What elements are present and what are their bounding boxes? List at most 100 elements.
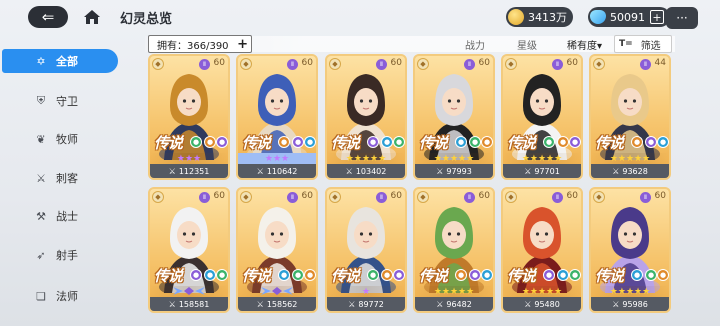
element-icon: ● xyxy=(304,136,316,148)
power-icon: ⚔ xyxy=(168,299,176,309)
power-bar: ⚔ 112351 xyxy=(150,164,228,178)
sidebar-item-warrior[interactable]: ⚒ 战士 xyxy=(32,204,118,228)
spirit-card[interactable]: ◆ Ⅱ 44 传说 ● ● ● ★★★★★ ⚔ 93628 xyxy=(589,54,671,180)
sidebar-item-guardian[interactable]: ⛨ 守卫 xyxy=(32,89,118,113)
spirit-card[interactable]: ◆ Ⅱ 60 传说 ● ● ● ⚔ 158581 xyxy=(148,187,230,313)
card-level: 60 xyxy=(478,58,490,68)
power-value: 96482 xyxy=(446,299,472,309)
power-icon: ⚔ xyxy=(612,166,620,176)
spirit-card[interactable]: ◆ Ⅱ 60 传说 ● ● ● ★★★★★ ⚔ 97701 xyxy=(501,54,583,180)
power-icon: ⚔ xyxy=(348,299,356,309)
power-bar: ⚔ 158562 xyxy=(238,297,316,311)
add-gems-button[interactable]: + xyxy=(650,10,664,24)
element-icon: ● xyxy=(455,269,467,281)
sidebar-item-label: 守卫 xyxy=(56,95,78,108)
back-button[interactable]: ⇐ xyxy=(28,6,68,28)
power-bar: ⚔ 97701 xyxy=(503,164,581,178)
power-icon: ⚔ xyxy=(524,299,532,309)
wing-badge-icon xyxy=(260,285,294,297)
spirit-card[interactable]: ◆ Ⅱ 60 传说 ● ● ● ★★★ ⚔ 110642 xyxy=(236,54,318,180)
rarity-label: 传说 xyxy=(419,267,448,285)
element-icon: ● xyxy=(469,136,481,148)
spirit-card[interactable]: ◆ Ⅱ 60 传说 ● ● ● ★★★★★ ⚔ 95480 xyxy=(501,187,583,313)
class-badge-icon: ◆ xyxy=(329,191,341,203)
element-icon: ● xyxy=(481,136,493,148)
power-value: 97701 xyxy=(534,166,560,176)
home-button[interactable] xyxy=(78,6,106,28)
book-icon: ❏ xyxy=(36,289,46,303)
sidebar-item-label: 全部 xyxy=(56,55,78,68)
home-icon xyxy=(84,10,100,24)
gold-coin-icon xyxy=(508,9,524,25)
rarity-label: 传说 xyxy=(507,134,536,152)
rarity-label: 传说 xyxy=(507,267,536,285)
class-sidebar: ✡ 全部 ⛨ 守卫 ❦ 牧师 ⚔ 刺客 ⚒ 战士 ➶ 射手 ❏ 法师 xyxy=(0,40,130,326)
card-level: 60 xyxy=(213,191,225,201)
class-badge-icon: ◆ xyxy=(329,58,341,70)
page-title: 幻灵总览 xyxy=(120,12,173,27)
sidebar-item-archer[interactable]: ➶ 射手 xyxy=(32,243,118,267)
sidebar-item-label: 牧师 xyxy=(56,133,78,146)
power-bar: ⚔ 89772 xyxy=(327,297,405,311)
spirit-card[interactable]: ◆ Ⅱ 60 传说 ● ● ● ★★★★★ ⚔ 96482 xyxy=(413,187,495,313)
rarity-label: 传说 xyxy=(331,134,360,152)
card-level: 60 xyxy=(478,191,490,201)
power-bar: ⚔ 93628 xyxy=(591,164,669,178)
class-badge-icon: ◆ xyxy=(240,191,252,203)
element-icon: ● xyxy=(657,136,669,148)
card-level: 60 xyxy=(566,191,578,201)
wing-badge-icon xyxy=(172,285,206,297)
spirit-card[interactable]: ◆ Ⅱ 60 传说 ● ● ● ★★★★★ ⚔ 97993 xyxy=(413,54,495,180)
power-bar: ⚔ 158581 xyxy=(150,297,228,311)
level-icon: Ⅱ xyxy=(199,59,210,70)
sort-by-rarity[interactable]: 稀有度▾ xyxy=(567,37,602,52)
sidebar-item-all[interactable]: ✡ 全部 xyxy=(2,49,118,73)
level-icon: Ⅱ xyxy=(376,59,387,70)
power-value: 110642 xyxy=(266,166,298,176)
element-icon: ● xyxy=(631,269,643,281)
element-icon: ● xyxy=(469,269,481,281)
element-icon: ● xyxy=(393,136,405,148)
gem-counter: 50091 + xyxy=(588,7,670,27)
sidebar-item-label: 刺客 xyxy=(56,172,78,185)
element-icon: ● xyxy=(543,269,555,281)
spirit-card[interactable]: ◆ Ⅱ 60 传说 ● ● ● ★★★★★ ⚔ 95986 xyxy=(589,187,671,313)
owned-count[interactable]: 拥有：366/390 + xyxy=(148,35,252,53)
card-level: 60 xyxy=(566,58,578,68)
element-icon: ● xyxy=(367,269,379,281)
element-icon: ● xyxy=(557,269,569,281)
class-badge-icon: ◆ xyxy=(417,58,429,70)
power-value: 158581 xyxy=(178,299,210,309)
spirit-card[interactable]: ◆ Ⅱ 60 传说 ● ● ● ★ ⚔ 89772 xyxy=(325,187,407,313)
element-icon: ● xyxy=(190,269,202,281)
sidebar-item-priest[interactable]: ❦ 牧师 xyxy=(32,127,118,151)
level-icon: Ⅱ xyxy=(464,192,475,203)
sidebar-item-mage[interactable]: ❏ 法师 xyxy=(32,284,118,308)
chat-icon: ··· xyxy=(676,11,688,25)
chat-button[interactable]: ··· xyxy=(666,7,698,29)
spirit-card[interactable]: ◆ Ⅱ 60 传说 ● ● ● ★★★★★ ⚔ 103402 xyxy=(325,54,407,180)
sort-by-star[interactable]: 星级 xyxy=(517,37,537,52)
class-badge-icon: ◆ xyxy=(593,191,605,203)
sword-icon: ⚒ xyxy=(36,209,46,223)
spirit-card[interactable]: ◆ Ⅱ 60 传说 ● ● ● ⚔ 158562 xyxy=(236,187,318,313)
power-value: 95986 xyxy=(622,299,648,309)
spirit-card[interactable]: ◆ Ⅱ 60 传说 ● ● ● ★★★ ⚔ 112351 xyxy=(148,54,230,180)
level-icon: Ⅱ xyxy=(199,192,210,203)
sidebar-item-assassin[interactable]: ⚔ 刺客 xyxy=(32,166,118,190)
rarity-label: 传说 xyxy=(419,134,448,152)
class-badge-icon: ◆ xyxy=(593,58,605,70)
element-icon: ● xyxy=(204,136,216,148)
filter-icon: T= xyxy=(619,39,633,49)
power-icon: ⚔ xyxy=(168,166,176,176)
sidebar-item-label: 法师 xyxy=(56,290,78,303)
sort-by-power[interactable]: 战力 xyxy=(465,37,485,52)
star-icon: ✡ xyxy=(36,54,46,68)
power-value: 95480 xyxy=(534,299,560,309)
filter-button[interactable]: T= 筛选 xyxy=(614,35,672,53)
power-icon: ⚔ xyxy=(345,166,353,176)
element-icon: ● xyxy=(631,136,643,148)
rarity-label: 传说 xyxy=(242,267,271,285)
card-level: 60 xyxy=(654,191,666,201)
expand-slots-button[interactable]: + xyxy=(237,37,248,52)
